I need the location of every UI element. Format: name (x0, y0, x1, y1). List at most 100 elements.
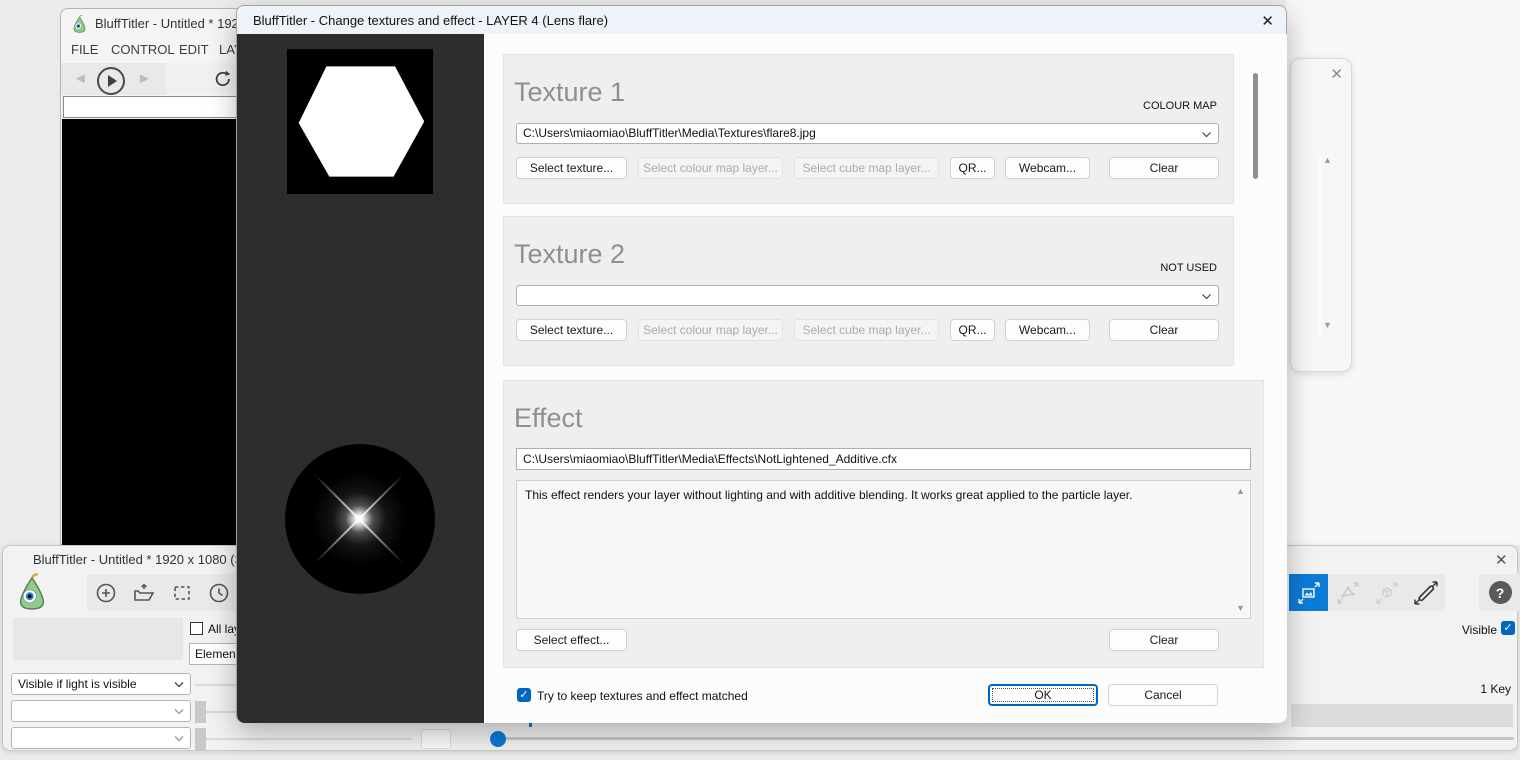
play-icon (108, 75, 117, 87)
chevron-down-icon (1201, 131, 1212, 138)
texture2-section: Texture 2 NOT USED Select texture... Sel… (503, 216, 1234, 366)
effect-section: Effect C:\Users\miaomiao\BluffTitler\Med… (503, 380, 1264, 668)
effect-description: This effect renders your layer without l… (525, 488, 1226, 502)
main-window-title: BluffTitler - Untitled * 1920 x (95, 16, 256, 31)
dropdown-empty-2[interactable] (11, 727, 191, 749)
effect-preview (285, 444, 435, 594)
texture1-preview (287, 49, 433, 194)
next-icon[interactable]: ► (137, 70, 152, 87)
dialog-titlebar[interactable]: BluffTitler - Change textures and effect… (237, 6, 1286, 34)
scale-image-icon (1296, 580, 1322, 606)
effect-description-box: This effect renders your layer without l… (516, 480, 1251, 619)
help-button[interactable] (1479, 574, 1520, 611)
select-texture-button[interactable]: Select texture... (516, 157, 627, 179)
scale-mesh-icon (1335, 580, 1361, 606)
refresh-icon[interactable] (213, 69, 233, 89)
timeline-track[interactable] (506, 737, 1514, 740)
chevron-down-icon (1201, 293, 1212, 300)
scale-cube-button[interactable] (1367, 574, 1406, 611)
texture1-mode-label: COLOUR MAP (1143, 100, 1217, 112)
slider-handle[interactable] (195, 701, 206, 723)
play-button[interactable] (97, 67, 125, 95)
menu-control[interactable]: CONTROL (111, 42, 175, 57)
visibility-dropdown-value: Visible if light is visible (18, 677, 137, 691)
scale-mesh-button[interactable] (1328, 574, 1367, 611)
select-cube-map-layer-button: Select cube map layer... (794, 319, 939, 341)
scroll-up-icon[interactable] (1323, 155, 1332, 165)
resize-selection-icon[interactable] (171, 582, 193, 604)
effect-path-input[interactable]: C:\Users\miaomiao\BluffTitler\Media\Effe… (516, 448, 1251, 470)
texture2-path-combobox[interactable] (516, 285, 1219, 306)
qr-button[interactable]: QR... (950, 157, 995, 179)
timeline-handle[interactable] (490, 731, 506, 747)
transform-toolbar (1289, 574, 1445, 611)
texture2-header: Texture 2 (514, 239, 625, 270)
select-effect-button[interactable]: Select effect... (516, 629, 627, 651)
scroll-down-icon[interactable] (1236, 603, 1245, 613)
slider-handle[interactable] (195, 728, 206, 750)
open-media-icon[interactable] (132, 582, 156, 604)
change-textures-dialog: BluffTitler - Change textures and effect… (236, 5, 1287, 723)
scroll-up-icon[interactable] (1236, 486, 1245, 496)
previous-icon[interactable]: ◄ (73, 70, 88, 87)
keep-matched-checkbox[interactable] (517, 688, 531, 702)
clear-texture-button[interactable]: Clear (1109, 157, 1219, 179)
clock-icon[interactable] (208, 582, 230, 604)
value-box[interactable] (421, 729, 451, 749)
texture1-path-value: C:\Users\miaomiao\BluffTitler\Media\Text… (523, 126, 816, 140)
close-icon[interactable] (1330, 65, 1343, 83)
scrollbar-track[interactable] (1319, 156, 1321, 338)
scale-ruler-button[interactable] (1406, 574, 1445, 611)
visible-checkbox[interactable] (1501, 621, 1515, 635)
webcam-button[interactable]: Webcam... (1005, 157, 1090, 179)
select-colour-map-layer-button: Select colour map layer... (638, 319, 783, 341)
layer-toolbar (87, 574, 237, 611)
layer-preview-box (13, 618, 183, 660)
scroll-down-icon[interactable] (1323, 320, 1332, 330)
visible-label: Visible (1407, 623, 1497, 637)
select-colour-map-layer-button: Select colour map layer... (638, 157, 783, 179)
scale-ruler-icon (1413, 580, 1439, 606)
dialog-content: Texture 1 COLOUR MAP C:\Users\miaomiao\B… (484, 34, 1287, 723)
texture2-mode-label: NOT USED (1160, 262, 1217, 274)
question-mark-icon (1489, 581, 1512, 604)
key-count-label: 1 Key (1411, 682, 1511, 696)
dialog-title: BluffTitler - Change textures and effect… (253, 13, 608, 28)
effect-header: Effect (514, 403, 583, 434)
chevron-down-icon (174, 708, 184, 715)
select-cube-map-layer-button: Select cube map layer... (794, 157, 939, 179)
dialog-scrollbar-track[interactable] (1248, 56, 1249, 356)
clear-effect-button[interactable]: Clear (1109, 629, 1219, 651)
keep-matched-label: Try to keep textures and effect matched (537, 689, 748, 703)
texture-preview-panel (237, 34, 484, 723)
cancel-button[interactable]: Cancel (1108, 684, 1218, 706)
scale-cube-icon (1374, 580, 1400, 606)
blufftitler-mascot-icon (15, 572, 49, 612)
texture1-header: Texture 1 (514, 77, 625, 108)
hexagon-shape (287, 49, 433, 194)
chevron-down-icon (174, 681, 184, 688)
side-panel (1290, 58, 1352, 372)
webcam-button[interactable]: Webcam... (1005, 319, 1090, 341)
texture1-path-combobox[interactable]: C:\Users\miaomiao\BluffTitler\Media\Text… (516, 123, 1219, 144)
layers-window-title: BluffTitler - Untitled * 1920 x 1080 (39… (33, 552, 261, 567)
keyframe-bar[interactable] (1291, 704, 1513, 727)
menu-file[interactable]: FILE (71, 42, 98, 57)
close-icon[interactable] (1261, 12, 1274, 30)
texture1-section: Texture 1 COLOUR MAP C:\Users\miaomiao\B… (503, 54, 1234, 204)
slider-track[interactable] (206, 738, 412, 740)
add-layer-icon[interactable] (95, 582, 117, 604)
qr-button[interactable]: QR... (950, 319, 995, 341)
dialog-scrollbar-thumb[interactable] (1253, 73, 1258, 179)
clear-texture-button[interactable]: Clear (1109, 319, 1219, 341)
select-texture-button[interactable]: Select texture... (516, 319, 627, 341)
scale-texture-button[interactable] (1289, 574, 1328, 611)
dropdown-empty-1[interactable] (11, 700, 191, 722)
ok-button[interactable]: OK (988, 684, 1098, 706)
chevron-down-icon (174, 735, 184, 742)
all-layers-checkbox[interactable] (190, 622, 203, 635)
close-icon[interactable] (1495, 551, 1508, 569)
menu-edit[interactable]: EDIT (179, 42, 209, 57)
visibility-dropdown[interactable]: Visible if light is visible (11, 673, 191, 695)
blufftitler-logo-icon (71, 15, 88, 33)
